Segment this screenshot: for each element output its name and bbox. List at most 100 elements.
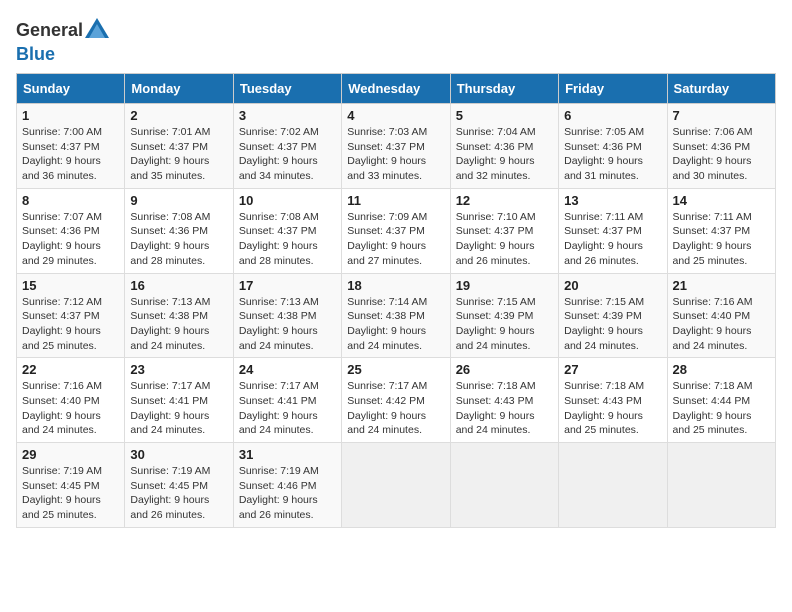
page-header: General Blue: [16, 16, 776, 65]
day-cell-22: 22Sunrise: 7:16 AM Sunset: 4:40 PM Dayli…: [17, 358, 125, 443]
day-cell-16: 16 Sunrise: 7:13 AM Sunset: 4:38 PM Dayli…: [125, 273, 233, 358]
day-number: 22: [22, 362, 119, 377]
day-number: 11: [347, 193, 444, 208]
day-cell-28: 28 Sunrise: 7:18 AM Sunset: 4:44 PM Dayli…: [667, 358, 775, 443]
day-number: 18: [347, 278, 444, 293]
day-detail: Sunrise: 7:18 AM Sunset: 4:43 PM Dayligh…: [564, 380, 644, 436]
day-detail: Sunrise: 7:16 AM Sunset: 4:40 PM Dayligh…: [673, 296, 753, 352]
day-cell-26: 26 Sunrise: 7:18 AM Sunset: 4:43 PM Dayli…: [450, 358, 558, 443]
week-row-3: 15 Sunrise: 7:12 AM Sunset: 4:37 PM Dayli…: [17, 273, 776, 358]
day-detail: Sunrise: 7:11 AM Sunset: 4:37 PM Dayligh…: [673, 211, 752, 267]
day-cell-11: 11 Sunrise: 7:09 AM Sunset: 4:37 PM Dayli…: [342, 188, 450, 273]
day-detail: Sunrise: 7:17 AM Sunset: 4:41 PM Dayligh…: [239, 380, 319, 436]
day-cell-30: 30 Sunrise: 7:19 AM Sunset: 4:45 PM Dayli…: [125, 443, 233, 528]
day-number: 30: [130, 447, 227, 462]
day-number: 27: [564, 362, 661, 377]
day-cell-15: 15 Sunrise: 7:12 AM Sunset: 4:37 PM Dayli…: [17, 273, 125, 358]
day-detail: Sunrise: 7:01 AM Sunset: 4:37 PM Dayligh…: [130, 126, 210, 182]
day-cell-24: 24 Sunrise: 7:17 AM Sunset: 4:41 PM Dayli…: [233, 358, 341, 443]
day-detail: Sunrise: 7:12 AM Sunset: 4:37 PM Dayligh…: [22, 296, 102, 352]
day-cell-4: 4Sunrise: 7:03 AM Sunset: 4:37 PM Daylig…: [342, 104, 450, 189]
logo-general: General: [16, 20, 83, 41]
day-detail: Sunrise: 7:04 AM Sunset: 4:36 PM Dayligh…: [456, 126, 536, 182]
empty-cell: [450, 443, 558, 528]
day-detail: Sunrise: 7:19 AM Sunset: 4:45 PM Dayligh…: [130, 465, 210, 521]
day-cell-6: 6 Sunrise: 7:05 AM Sunset: 4:36 PM Daylig…: [559, 104, 667, 189]
day-number: 19: [456, 278, 553, 293]
day-number: 9: [130, 193, 227, 208]
day-number: 5: [456, 108, 553, 123]
day-detail: Sunrise: 7:03 AM Sunset: 4:37 PM Dayligh…: [347, 126, 427, 182]
logo: General Blue: [16, 16, 111, 65]
header-sunday: Sunday: [17, 74, 125, 104]
day-cell-27: 27 Sunrise: 7:18 AM Sunset: 4:43 PM Dayli…: [559, 358, 667, 443]
day-detail: Sunrise: 7:15 AM Sunset: 4:39 PM Dayligh…: [564, 296, 644, 352]
day-cell-12: 12Sunrise: 7:10 AM Sunset: 4:37 PM Dayli…: [450, 188, 558, 273]
day-cell-10: 10Sunrise: 7:08 AM Sunset: 4:37 PM Dayli…: [233, 188, 341, 273]
day-detail: Sunrise: 7:09 AM Sunset: 4:37 PM Dayligh…: [347, 211, 427, 267]
week-row-1: 1 Sunrise: 7:00 AM Sunset: 4:37 PM Daylig…: [17, 104, 776, 189]
day-number: 29: [22, 447, 119, 462]
day-detail: Sunrise: 7:19 AM Sunset: 4:45 PM Dayligh…: [22, 465, 102, 521]
header-row: SundayMondayTuesdayWednesdayThursdayFrid…: [17, 74, 776, 104]
day-number: 31: [239, 447, 336, 462]
day-number: 8: [22, 193, 119, 208]
day-detail: Sunrise: 7:08 AM Sunset: 4:37 PM Dayligh…: [239, 211, 319, 267]
calendar-body: 1 Sunrise: 7:00 AM Sunset: 4:37 PM Daylig…: [17, 104, 776, 528]
day-number: 2: [130, 108, 227, 123]
day-number: 26: [456, 362, 553, 377]
day-number: 6: [564, 108, 661, 123]
day-cell-29: 29 Sunrise: 7:19 AM Sunset: 4:45 PM Dayli…: [17, 443, 125, 528]
day-number: 1: [22, 108, 119, 123]
day-cell-25: 25 Sunrise: 7:17 AM Sunset: 4:42 PM Dayli…: [342, 358, 450, 443]
day-number: 28: [673, 362, 770, 377]
day-cell-18: 18 Sunrise: 7:14 AM Sunset: 4:38 PM Dayli…: [342, 273, 450, 358]
day-cell-9: 9Sunrise: 7:08 AM Sunset: 4:36 PM Daylig…: [125, 188, 233, 273]
day-number: 24: [239, 362, 336, 377]
header-monday: Monday: [125, 74, 233, 104]
header-tuesday: Tuesday: [233, 74, 341, 104]
day-detail: Sunrise: 7:14 AM Sunset: 4:38 PM Dayligh…: [347, 296, 427, 352]
day-cell-5: 5 Sunrise: 7:04 AM Sunset: 4:36 PM Daylig…: [450, 104, 558, 189]
header-friday: Friday: [559, 74, 667, 104]
day-cell-2: 2 Sunrise: 7:01 AM Sunset: 4:37 PM Daylig…: [125, 104, 233, 189]
day-number: 3: [239, 108, 336, 123]
calendar-table: SundayMondayTuesdayWednesdayThursdayFrid…: [16, 73, 776, 528]
week-row-2: 8 Sunrise: 7:07 AM Sunset: 4:36 PM Daylig…: [17, 188, 776, 273]
day-detail: Sunrise: 7:06 AM Sunset: 4:36 PM Dayligh…: [673, 126, 753, 182]
day-detail: Sunrise: 7:05 AM Sunset: 4:36 PM Dayligh…: [564, 126, 644, 182]
day-cell-13: 13Sunrise: 7:11 AM Sunset: 4:37 PM Dayli…: [559, 188, 667, 273]
week-row-5: 29 Sunrise: 7:19 AM Sunset: 4:45 PM Dayli…: [17, 443, 776, 528]
day-number: 23: [130, 362, 227, 377]
day-number: 16: [130, 278, 227, 293]
day-detail: Sunrise: 7:18 AM Sunset: 4:43 PM Dayligh…: [456, 380, 536, 436]
day-detail: Sunrise: 7:00 AM Sunset: 4:37 PM Dayligh…: [22, 126, 102, 182]
calendar-header: SundayMondayTuesdayWednesdayThursdayFrid…: [17, 74, 776, 104]
day-number: 25: [347, 362, 444, 377]
day-number: 17: [239, 278, 336, 293]
day-cell-31: 31Sunrise: 7:19 AM Sunset: 4:46 PM Dayli…: [233, 443, 341, 528]
day-cell-1: 1 Sunrise: 7:00 AM Sunset: 4:37 PM Daylig…: [17, 104, 125, 189]
day-number: 13: [564, 193, 661, 208]
day-cell-21: 21Sunrise: 7:16 AM Sunset: 4:40 PM Dayli…: [667, 273, 775, 358]
header-thursday: Thursday: [450, 74, 558, 104]
day-detail: Sunrise: 7:18 AM Sunset: 4:44 PM Dayligh…: [673, 380, 753, 436]
day-detail: Sunrise: 7:17 AM Sunset: 4:42 PM Dayligh…: [347, 380, 427, 436]
day-cell-3: 3 Sunrise: 7:02 AM Sunset: 4:37 PM Daylig…: [233, 104, 341, 189]
header-saturday: Saturday: [667, 74, 775, 104]
day-detail: Sunrise: 7:13 AM Sunset: 4:38 PM Dayligh…: [239, 296, 319, 352]
day-detail: Sunrise: 7:15 AM Sunset: 4:39 PM Dayligh…: [456, 296, 536, 352]
day-cell-7: 7 Sunrise: 7:06 AM Sunset: 4:36 PM Daylig…: [667, 104, 775, 189]
empty-cell: [559, 443, 667, 528]
day-cell-20: 20Sunrise: 7:15 AM Sunset: 4:39 PM Dayli…: [559, 273, 667, 358]
day-number: 15: [22, 278, 119, 293]
logo-blue: Blue: [16, 44, 55, 64]
day-detail: Sunrise: 7:02 AM Sunset: 4:37 PM Dayligh…: [239, 126, 319, 182]
day-detail: Sunrise: 7:10 AM Sunset: 4:37 PM Dayligh…: [456, 211, 536, 267]
day-detail: Sunrise: 7:07 AM Sunset: 4:36 PM Dayligh…: [22, 211, 102, 267]
day-detail: Sunrise: 7:13 AM Sunset: 4:38 PM Dayligh…: [130, 296, 210, 352]
day-cell-17: 17 Sunrise: 7:13 AM Sunset: 4:38 PM Dayli…: [233, 273, 341, 358]
day-number: 14: [673, 193, 770, 208]
logo-icon: [83, 16, 111, 44]
day-number: 7: [673, 108, 770, 123]
